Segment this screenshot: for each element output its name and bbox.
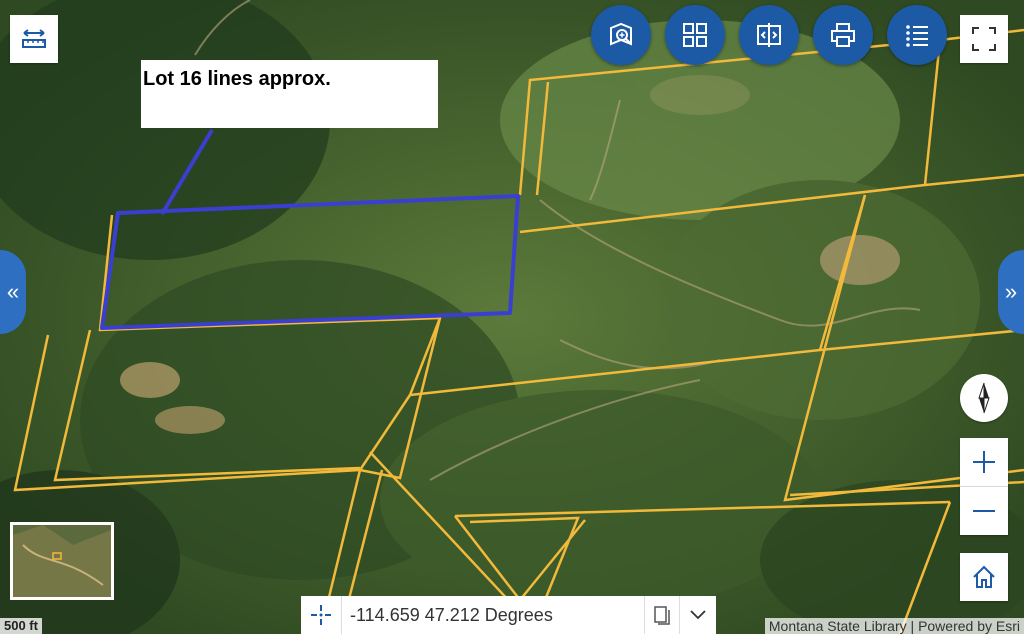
zoom-to-area-icon xyxy=(610,22,632,46)
right-panel-toggle[interactable]: » xyxy=(998,250,1024,334)
chevron-double-right-icon: » xyxy=(1004,279,1018,304)
left-panel-toggle[interactable]: « xyxy=(0,250,26,334)
attribution-source: Montana State Library xyxy=(768,618,907,634)
attribution[interactable]: Montana State Library | Powered by Esri xyxy=(764,618,1024,634)
swipe-compare-icon xyxy=(757,23,781,47)
print-button[interactable] xyxy=(813,5,873,65)
coordinate-text: -114.659 47.212 Degrees xyxy=(350,604,553,625)
copy-icon xyxy=(654,606,670,625)
annotation-text: Lot 16 lines approx. xyxy=(143,68,331,90)
legend-button[interactable] xyxy=(887,5,947,65)
attribution-powered-by: Powered by Esri xyxy=(918,618,1020,634)
basemap-gallery-icon xyxy=(683,23,707,47)
plus-icon xyxy=(973,451,995,473)
scale-bar-label: 500 ft xyxy=(4,618,38,633)
copy-coordinates-button[interactable] xyxy=(644,596,679,634)
fullscreen-button[interactable] xyxy=(960,15,1008,63)
basemap-gallery-button[interactable] xyxy=(665,5,725,65)
coordinate-display: -114.659 47.212 Degrees xyxy=(301,596,716,634)
compass-button[interactable] xyxy=(960,374,1008,422)
home-button[interactable] xyxy=(960,553,1008,601)
swipe-compare-button[interactable] xyxy=(739,5,799,65)
crosshair-icon xyxy=(311,605,331,625)
overview-map-thumbnail xyxy=(13,525,111,597)
legend-list-icon xyxy=(906,25,928,47)
coordinate-picker-button[interactable] xyxy=(301,596,342,634)
print-icon xyxy=(831,23,855,47)
chevron-double-left-icon: « xyxy=(6,279,20,304)
zoom-out-button[interactable] xyxy=(960,487,1008,535)
zoom-to-area-button[interactable] xyxy=(591,5,651,65)
scale-bar: 500 ft xyxy=(0,618,42,634)
chevron-down-icon xyxy=(690,610,706,620)
overview-map[interactable] xyxy=(10,522,114,600)
measure-button[interactable] xyxy=(10,15,58,63)
home-icon xyxy=(973,565,995,588)
fullscreen-icon xyxy=(972,27,996,51)
ruler-icon xyxy=(22,29,46,48)
zoom-in-button[interactable] xyxy=(960,438,1008,487)
coordinate-format-dropdown[interactable] xyxy=(679,596,716,634)
attribution-separator: | xyxy=(910,618,919,634)
annotation-label: Lot 16 lines approx. xyxy=(141,60,438,128)
compass-icon xyxy=(978,382,990,414)
minus-icon xyxy=(973,510,995,512)
